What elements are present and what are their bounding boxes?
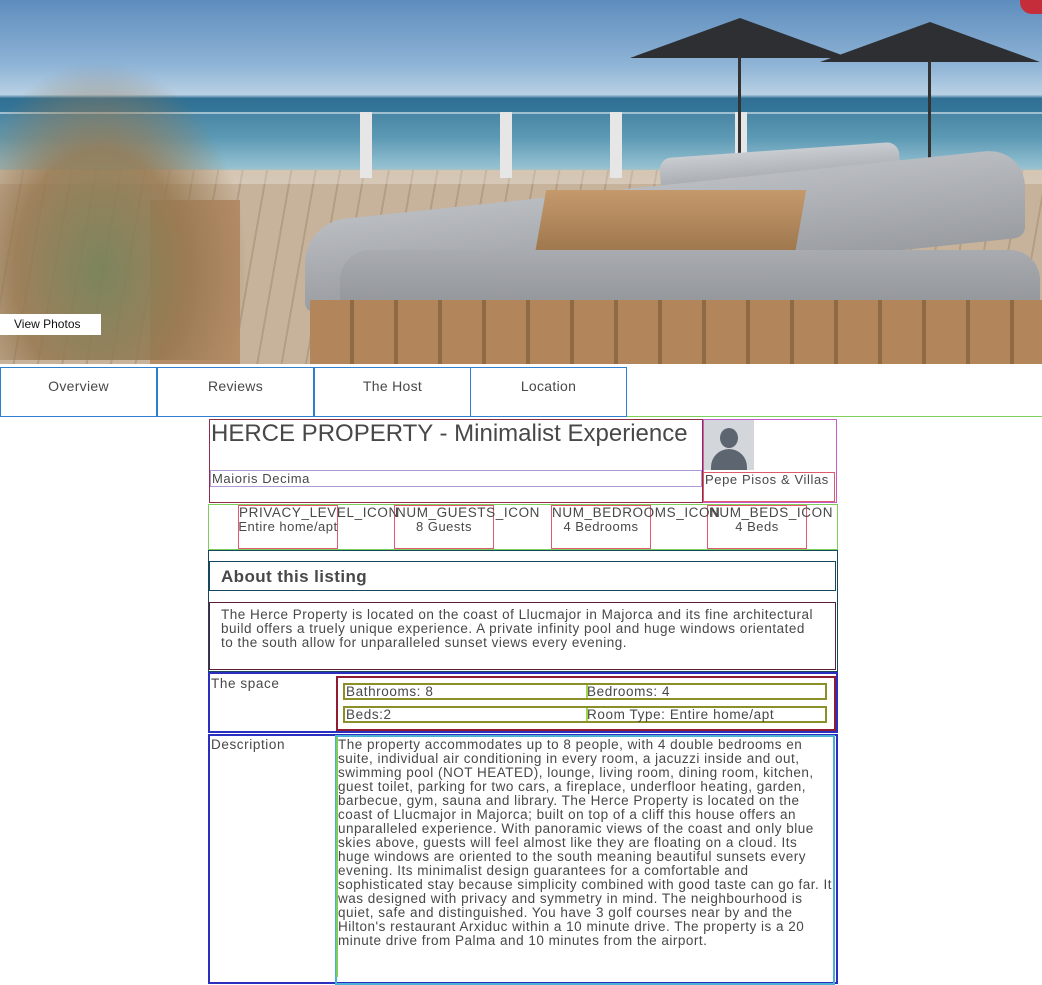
tab-overview[interactable]: Overview [0,367,157,417]
umbrella-canopy [820,22,1040,62]
umbrella-pole [928,60,931,160]
listing-location[interactable]: Maioris Decima [212,471,310,486]
num-beds-icon: NUM_BEDS_ICON [709,505,834,520]
space-cell-beds: Beds:2 [346,707,392,722]
space-row: Beds:2 Room Type: Entire home/apt [343,706,827,723]
num-beds-value: 4 Beds [735,519,779,534]
tab-reviews[interactable]: Reviews [157,367,314,417]
privacy-level-value: Entire home/apt [238,519,338,534]
tab-location[interactable]: Location [470,367,627,417]
num-guests-value: 8 Guests [415,519,473,534]
view-photos-button[interactable]: View Photos [0,314,101,335]
railing-post [610,112,622,178]
description-text: The property accommodates up to 8 people… [338,737,832,948]
host-name[interactable]: Pepe Pisos & Villas [705,473,833,487]
space-cell-bathrooms: Bathrooms: 8 [346,684,434,699]
space-row: Bathrooms: 8 Bedrooms: 4 [343,683,827,700]
num-guests-icon: NUM_GUESTS_ICON [396,505,541,520]
listing-title: HERCE PROPERTY - Minimalist Experience [211,420,688,447]
avatar-head-icon [720,428,738,448]
about-heading: About this listing [221,567,368,586]
space-cell-room-type: Room Type: Entire home/apt [587,707,775,722]
umbrella-canopy [630,18,850,58]
avatar-body-icon [711,449,747,470]
space-label: The space [211,676,280,691]
tab-divider [627,416,1042,417]
num-bedrooms-value: 4 Bedrooms [563,519,639,534]
railing-post [500,112,512,178]
host-avatar[interactable] [704,420,754,470]
space-cell-bedrooms: Bedrooms: 4 [587,684,671,699]
num-bedrooms-icon: NUM_BEDROOMS_ICON [552,505,721,520]
privacy-level-icon: PRIVACY_LEVEL_ICON [239,505,399,520]
corner-badge-icon [1020,0,1042,14]
sofa-frame [310,300,1042,364]
hero-photo[interactable] [0,0,1042,364]
railing-post [360,112,372,178]
description-label: Description [211,737,286,752]
about-text: The Herce Property is located on the coa… [221,607,814,650]
tab-the-host[interactable]: The Host [314,367,471,417]
